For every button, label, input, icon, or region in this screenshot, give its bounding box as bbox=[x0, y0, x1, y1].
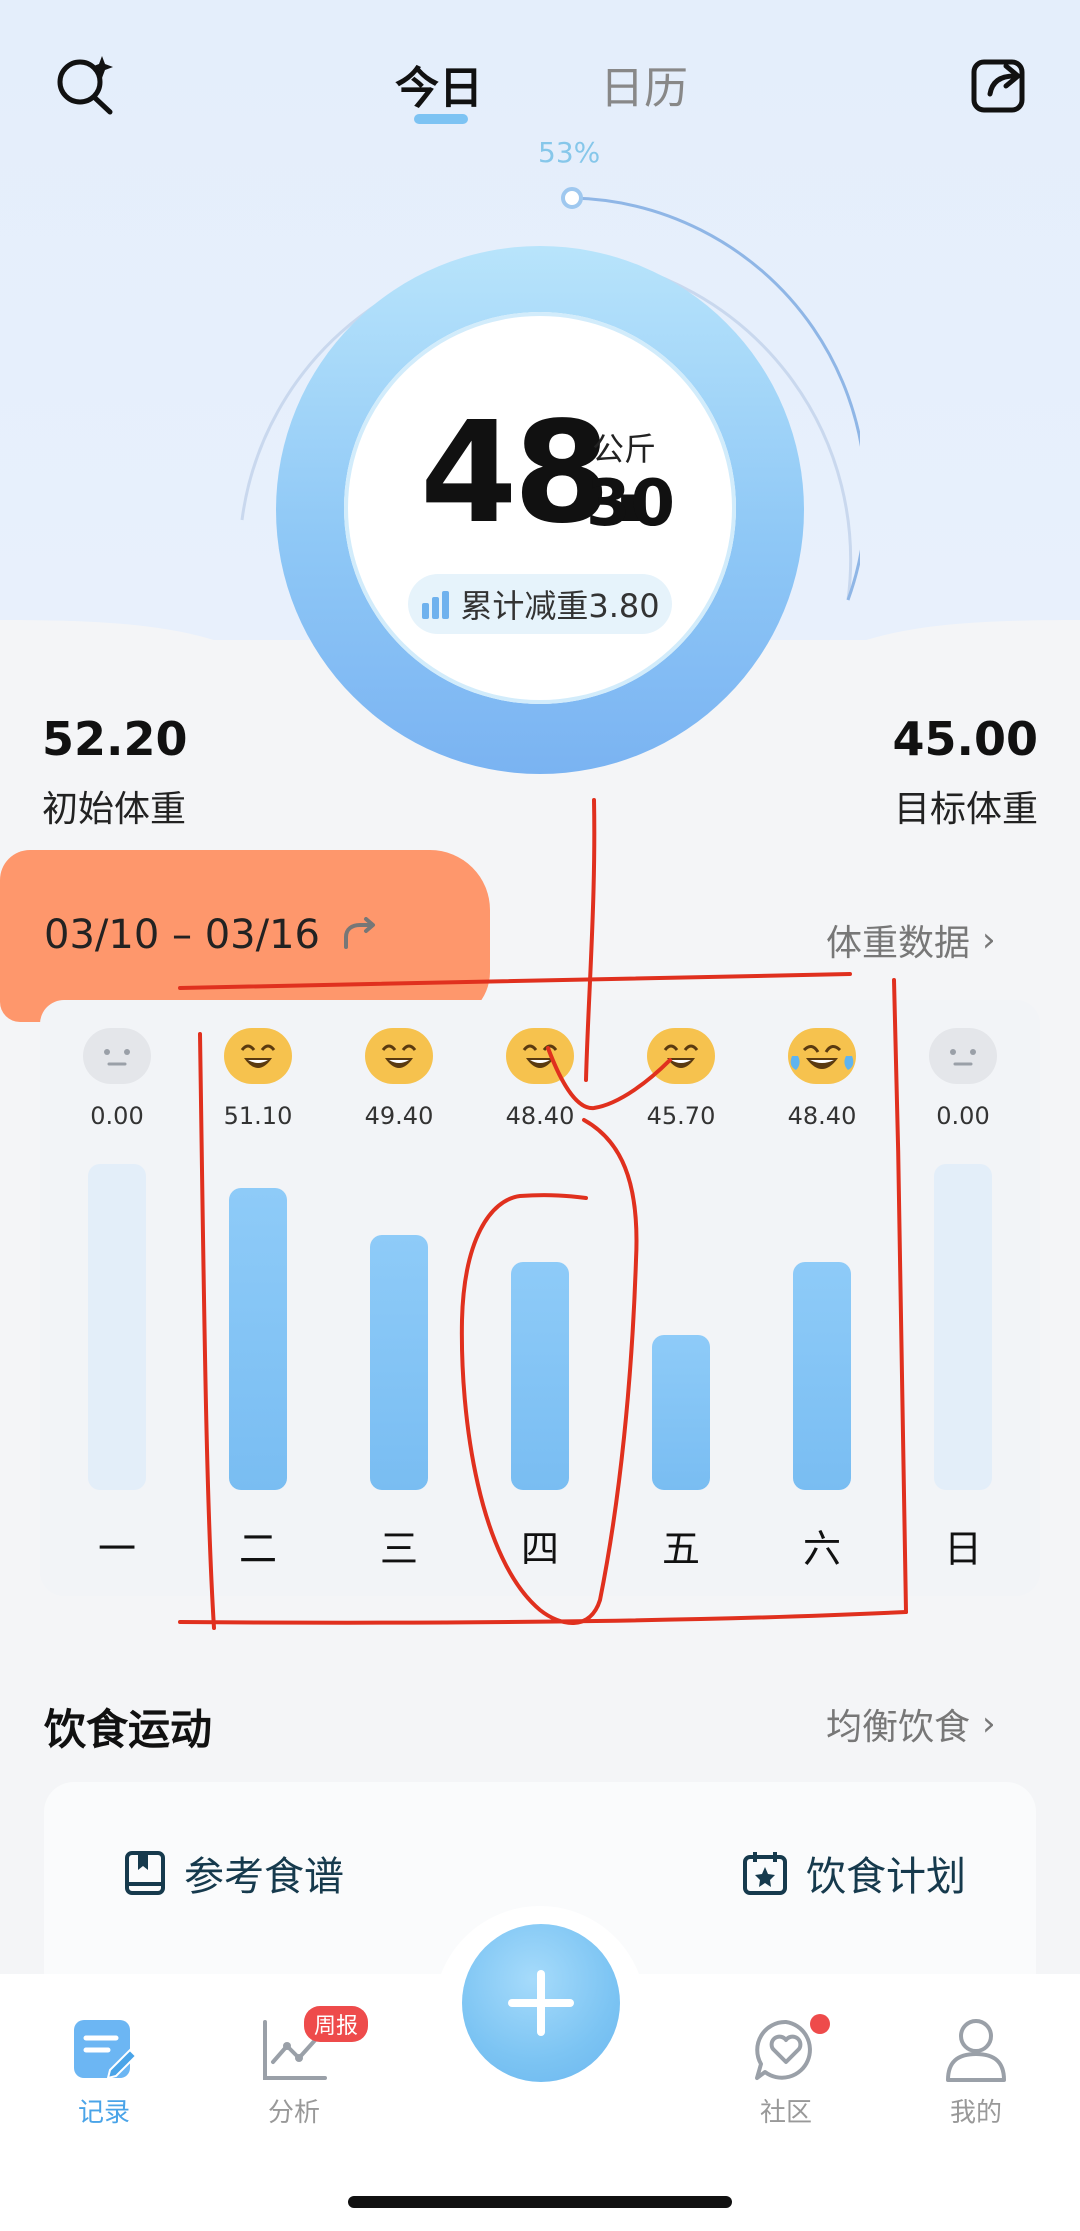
chevron-right-icon: › bbox=[982, 1704, 996, 1744]
day-label: 五 bbox=[661, 1527, 700, 1571]
nav-community-label: 社区 bbox=[759, 2098, 812, 2128]
day-weight-value: 0.00 bbox=[936, 1102, 990, 1130]
weekly-report-badge: 周报 bbox=[304, 2006, 369, 2042]
diet-plan-link[interactable]: 饮食计划 bbox=[742, 1844, 966, 1902]
balanced-diet-link[interactable]: 均衡饮食 › bbox=[826, 1698, 996, 1750]
tab-active-indicator bbox=[414, 114, 468, 124]
recipe-label: 参考食谱 bbox=[184, 1854, 344, 1900]
happy-face-icon[interactable] bbox=[363, 1026, 435, 1086]
weight-data-link[interactable]: 体重数据 › bbox=[826, 914, 996, 966]
diet-section-title: 饮食运动 bbox=[44, 1705, 213, 1754]
weight-bar[interactable] bbox=[229, 1188, 287, 1490]
calendar-star-icon bbox=[743, 1852, 787, 1895]
week-range-label: 03/10 – 03/16 bbox=[44, 912, 320, 958]
day-weight-value: 0.00 bbox=[90, 1102, 144, 1130]
nav-record-label: 记录 bbox=[77, 2098, 130, 2128]
weight-bar[interactable] bbox=[793, 1261, 851, 1490]
happy-face-icon[interactable] bbox=[504, 1026, 576, 1086]
weight-bar[interactable] bbox=[934, 1164, 992, 1490]
day-weight-value: 49.40 bbox=[364, 1102, 434, 1130]
day-weight-value: 45.70 bbox=[646, 1102, 716, 1130]
initial-weight-value: 52.20 bbox=[42, 712, 188, 766]
neutral-face-icon[interactable] bbox=[927, 1026, 999, 1086]
weight-bar[interactable] bbox=[88, 1164, 146, 1490]
weight-bar[interactable] bbox=[511, 1261, 569, 1490]
day-weight-value: 51.10 bbox=[223, 1102, 293, 1130]
bar-chart-icon bbox=[422, 591, 450, 619]
weight-bar[interactable] bbox=[370, 1234, 428, 1490]
laughing-face-icon[interactable] bbox=[786, 1026, 858, 1086]
day-label: 四 bbox=[520, 1527, 559, 1571]
day-label: 日 bbox=[943, 1527, 982, 1571]
nav-profile[interactable]: 我的 bbox=[916, 2016, 1036, 2129]
happy-face-icon[interactable] bbox=[645, 1026, 717, 1086]
day-weight-value: 48.40 bbox=[505, 1102, 575, 1130]
day-label: 二 bbox=[238, 1527, 277, 1571]
home-indicator bbox=[348, 2196, 732, 2208]
add-record-button[interactable] bbox=[462, 1924, 620, 2082]
neutral-face-icon[interactable] bbox=[81, 1026, 153, 1086]
share-icon[interactable] bbox=[968, 52, 1032, 116]
diet-plan-label: 饮食计划 bbox=[806, 1854, 966, 1900]
refresh-icon[interactable] bbox=[340, 917, 380, 953]
target-weight-value: 45.00 bbox=[892, 712, 1038, 766]
balanced-diet-label: 均衡饮食 bbox=[826, 1707, 971, 1748]
progress-percent: 53% bbox=[538, 136, 601, 169]
day-label: 三 bbox=[379, 1527, 418, 1571]
weight-decimal: 30 bbox=[586, 467, 676, 541]
weight-lost-badge: 累计减重3.80 bbox=[408, 574, 672, 634]
week-range[interactable]: 03/10 – 03/16 bbox=[44, 912, 380, 958]
day-label: 一 bbox=[97, 1527, 136, 1571]
nav-analysis-label: 分析 bbox=[267, 2098, 320, 2128]
profile-icon bbox=[946, 2019, 1006, 2082]
initial-weight-label: 初始体重 bbox=[42, 789, 187, 830]
search-sparkle-icon[interactable] bbox=[54, 54, 118, 118]
nav-record[interactable]: 记录 bbox=[44, 2016, 164, 2129]
weight-unit: 公斤 bbox=[592, 430, 657, 468]
day-weight-value: 48.40 bbox=[787, 1102, 857, 1130]
chevron-right-icon: › bbox=[982, 920, 996, 960]
record-icon bbox=[74, 2020, 138, 2080]
weight-data-label: 体重数据 bbox=[826, 923, 971, 964]
notification-dot bbox=[810, 2014, 830, 2034]
plus-icon bbox=[508, 1970, 574, 2036]
nav-profile-label: 我的 bbox=[949, 2098, 1002, 2128]
tab-calendar[interactable]: 日历 bbox=[600, 52, 688, 116]
recipe-book-icon bbox=[125, 1851, 165, 1895]
day-label: 六 bbox=[802, 1527, 841, 1571]
recipe-link[interactable]: 参考食谱 bbox=[124, 1844, 344, 1902]
weight-lost-label: 累计减重3.80 bbox=[460, 587, 660, 625]
target-weight-label: 目标体重 bbox=[893, 789, 1038, 830]
happy-face-icon[interactable] bbox=[222, 1026, 294, 1086]
tab-today[interactable]: 今日 bbox=[395, 52, 483, 116]
weight-bar[interactable] bbox=[652, 1335, 710, 1490]
nav-community[interactable]: 社区 bbox=[726, 2016, 846, 2129]
